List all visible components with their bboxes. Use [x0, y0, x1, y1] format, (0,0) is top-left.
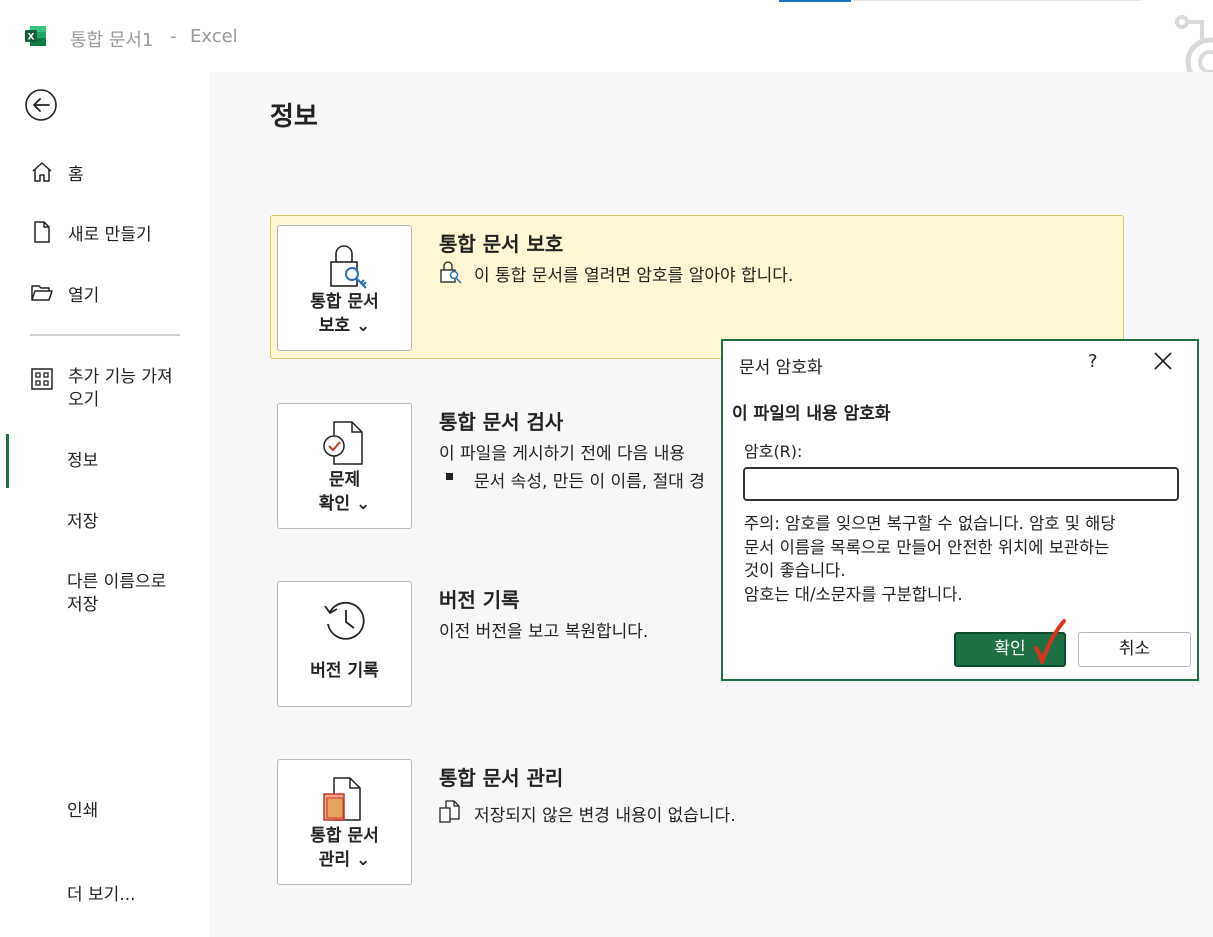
manage-documents-icon — [323, 777, 361, 821]
open-folder-icon — [31, 285, 53, 301]
page-title: 정보 — [270, 102, 318, 132]
manage-workbook-button[interactable]: 통합 문서 관리 ⌄ — [277, 759, 412, 885]
sidebar-item-label: 추가 기능 가져 오기 — [68, 367, 173, 410]
manage-section-text: 저장되지 않은 변경 내용이 없습니다. — [474, 806, 736, 826]
dialog-note: 주의: 암호를 잊으면 복구할 수 없습니다. 암호 및 해당 문서 이름을 목… — [744, 514, 1116, 604]
sidebar-item-info[interactable]: 정보 — [67, 450, 98, 473]
manage-section-title: 통합 문서 관리 — [439, 766, 564, 790]
app-name: Excel — [190, 26, 238, 47]
protect-workbook-button[interactable]: 통합 문서 보호 ⌄ — [277, 225, 412, 351]
document-title: 통합 문서1 — [70, 30, 154, 51]
check-issues-button[interactable]: 문제 확인 ⌄ — [277, 403, 412, 529]
password-input[interactable] — [743, 467, 1179, 501]
backstage-sidebar — [0, 72, 209, 937]
sidebar-item-save[interactable]: 저장 — [67, 511, 98, 534]
cancel-button[interactable]: 취소 — [1078, 632, 1191, 667]
dialog-heading: 이 파일의 내용 암호화 — [732, 404, 891, 424]
protect-section-title: 통합 문서 보호 — [439, 232, 564, 256]
inspect-section-title: 통합 문서 검사 — [439, 410, 564, 434]
new-document-icon — [34, 221, 50, 243]
manage-workbook-label-1: 통합 문서 — [310, 826, 379, 846]
sidebar-item-label: 열기 — [68, 286, 100, 306]
inspect-section-text: 이 파일을 게시하기 전에 다음 내용 — [439, 444, 685, 464]
sidebar-item-label: 새로 만들기 — [68, 225, 152, 245]
sidebar-item-new[interactable]: 새로 만들기 — [30, 220, 152, 245]
svg-text:X: X — [28, 33, 35, 43]
red-checkmark-icon — [1034, 619, 1066, 664]
sidebar-item-add-ins[interactable]: 추가 기능 가져 오기 — [30, 366, 173, 412]
version-history-label: 버전 기록 — [310, 661, 379, 681]
back-arrow-icon[interactable] — [24, 88, 58, 122]
sidebar-item-save-as[interactable]: 다른 이름으로 저장 — [67, 571, 166, 617]
sidebar-item-home[interactable]: 홈 — [30, 160, 84, 185]
lock-key-icon — [330, 245, 367, 289]
title-separator: - — [170, 26, 177, 47]
home-icon — [32, 162, 52, 182]
sidebar-divider — [30, 334, 180, 336]
protect-button-label-2: 보호 ⌄ — [318, 316, 371, 336]
add-ins-icon — [31, 368, 53, 390]
version-history-button[interactable]: 버전 기록 — [277, 581, 412, 707]
ribbon-divider — [851, 0, 1141, 1]
version-section-title: 버전 기록 — [439, 588, 520, 612]
excel-logo-icon: X — [25, 26, 46, 46]
password-label: 암호(R): — [744, 442, 803, 461]
manage-workbook-label-2: 관리 ⌄ — [318, 850, 371, 870]
inspect-section-bullet: 문서 속성, 만든 이 이름, 절대 경 — [474, 472, 705, 492]
check-issues-label-1: 문제 — [328, 470, 361, 490]
ribbon-accent-line — [779, 0, 851, 2]
documents-small-icon — [439, 800, 460, 823]
sidebar-item-print[interactable]: 인쇄 — [67, 800, 98, 823]
bullet-icon — [446, 473, 453, 480]
check-issues-label-2: 확인 ⌄ — [318, 494, 371, 514]
inspect-document-icon — [323, 421, 363, 465]
active-indicator — [6, 434, 9, 488]
sidebar-item-more[interactable]: 더 보기... — [67, 884, 136, 907]
decorative-circuit-icon — [1175, 15, 1213, 74]
close-icon[interactable] — [1153, 351, 1173, 371]
dialog-title: 문서 암호화 — [739, 358, 823, 378]
help-button[interactable]: ? — [1088, 351, 1098, 372]
encrypt-document-dialog: 문서 암호화 ? 이 파일의 내용 암호화 암호(R): 주의: 암호를 잊으면… — [721, 339, 1199, 681]
lock-key-small-icon — [440, 261, 462, 284]
protect-button-label-1: 통합 문서 — [310, 292, 379, 312]
history-clock-icon — [324, 601, 365, 640]
sidebar-item-label: 홈 — [68, 165, 84, 185]
sidebar-item-open[interactable]: 열기 — [30, 281, 99, 306]
protect-section-text: 이 통합 문서를 열려면 암호를 알아야 합니다. — [474, 266, 794, 286]
version-section-text: 이전 버전을 보고 복원합니다. — [439, 622, 649, 642]
